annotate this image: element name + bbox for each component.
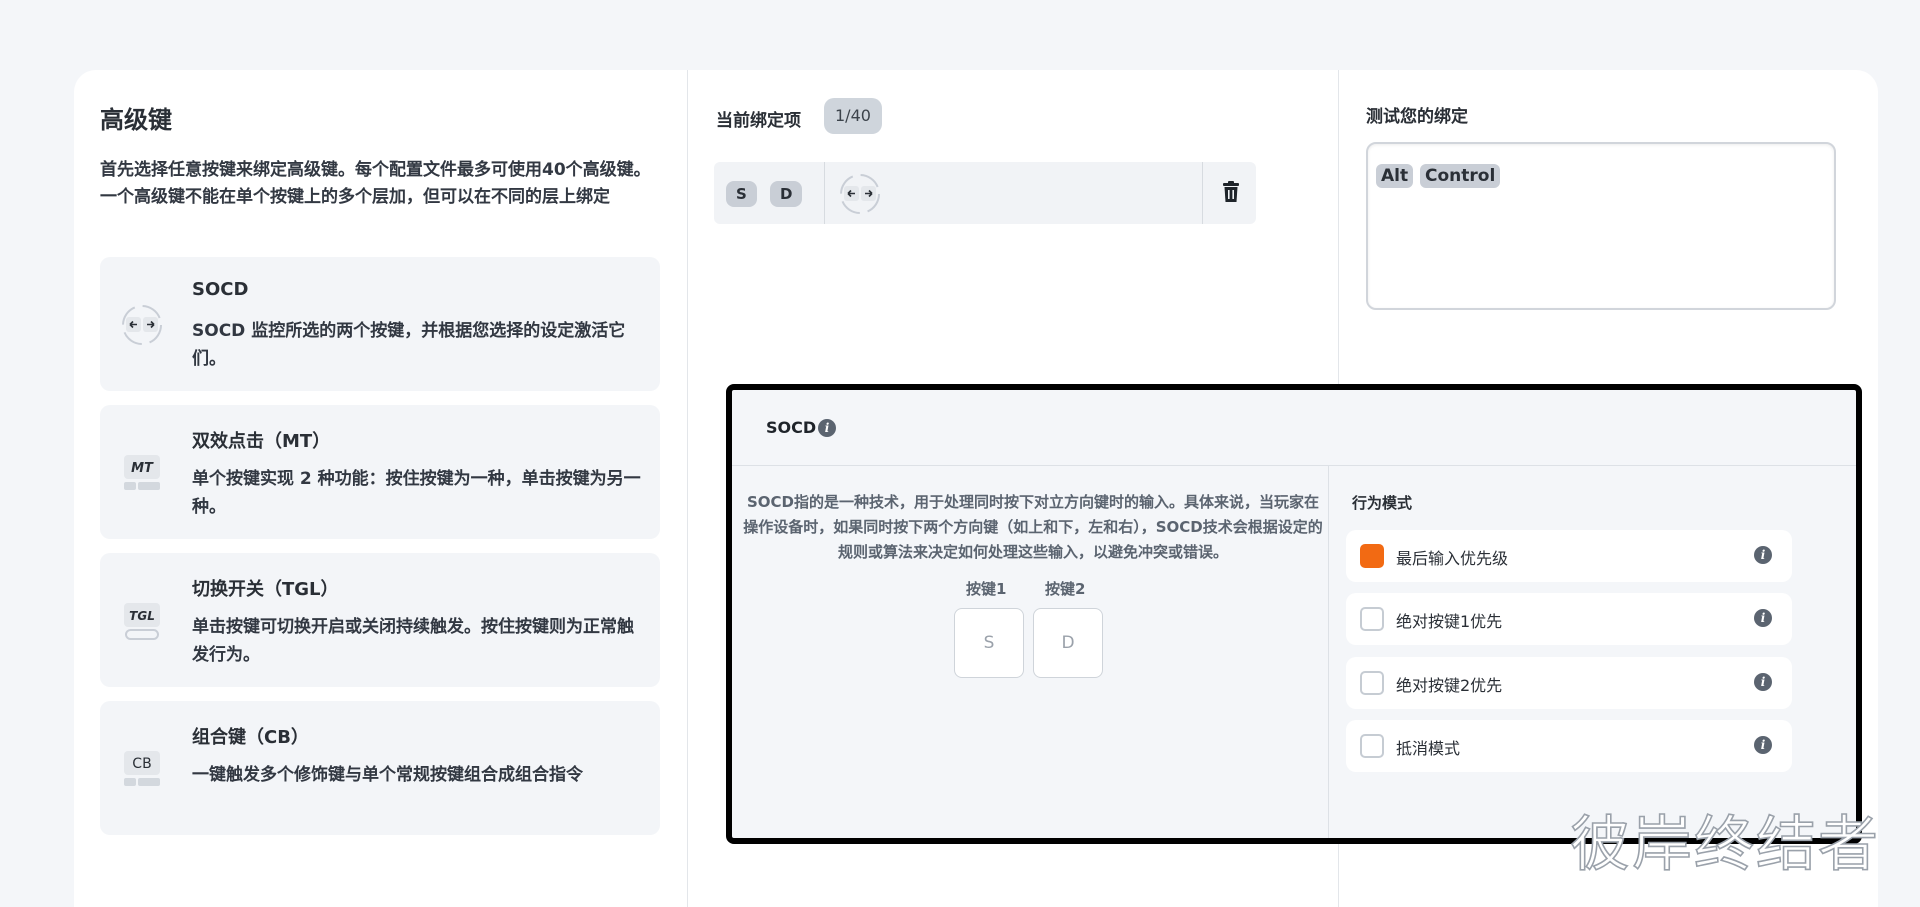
tile-description: 单击按键可切换开启或关闭持续触发。按住按键则为正常触发行为。 bbox=[192, 617, 634, 665]
tile-title: 双效点击（MT） bbox=[192, 431, 331, 452]
panel-title: SOCD bbox=[766, 418, 817, 437]
watermark: 彼岸终结者 bbox=[1569, 809, 1880, 881]
info-icon[interactable]: i bbox=[1754, 609, 1772, 627]
info-icon[interactable]: i bbox=[818, 419, 836, 437]
divider bbox=[824, 162, 825, 224]
socd-arrows-icon bbox=[838, 172, 882, 220]
option-label: 绝对按键1优先 bbox=[1396, 612, 1503, 631]
advanced-key-cb[interactable]: CB 组合键（CB） 一键触发多个修饰键与单个常规按键组合成组合指令 bbox=[100, 701, 660, 835]
panel-divider bbox=[1328, 466, 1329, 838]
mt-key-icon: MT bbox=[120, 451, 164, 495]
socd-config-panel: SOCD i SOCD指的是一种技术，用于处理同时按下对立方向键时的输入。具体来… bbox=[726, 384, 1862, 844]
tile-description: 单个按键实现 2 种功能：按住按键为一种，单击按键为另一种。 bbox=[192, 469, 641, 517]
checkbox[interactable] bbox=[1360, 671, 1384, 695]
panel-header: SOCD i bbox=[732, 390, 1856, 466]
behavior-mode-title: 行为模式 bbox=[1352, 494, 1413, 512]
mode-option-key1-priority[interactable]: 绝对按键1优先 i bbox=[1346, 593, 1792, 645]
svg-text:TGL: TGL bbox=[129, 609, 155, 623]
checkbox[interactable] bbox=[1360, 607, 1384, 631]
checkbox[interactable] bbox=[1360, 734, 1384, 758]
key1-label: 按键1 bbox=[966, 580, 1007, 598]
test-binding-input[interactable]: Alt Control bbox=[1366, 142, 1836, 310]
cb-key-icon: CB bbox=[120, 747, 164, 791]
binding-count-badge: 1/40 bbox=[824, 98, 882, 134]
trash-icon[interactable] bbox=[1220, 180, 1242, 204]
option-label: 绝对按键2优先 bbox=[1396, 676, 1503, 695]
intro-text: 首先选择任意按键来绑定高级键。每个配置文件最多可使用40个高级键。一个高级键不能… bbox=[100, 160, 651, 207]
divider bbox=[1202, 162, 1203, 224]
info-icon[interactable]: i bbox=[1754, 546, 1772, 564]
test-binding-title: 测试您的绑定 bbox=[1366, 107, 1468, 127]
binding-key-2: D bbox=[770, 181, 803, 207]
advanced-keys-intro: 高级键 首先选择任意按键来绑定高级键。每个配置文件最多可使用40个高级键。一个高… bbox=[100, 100, 660, 211]
tgl-key-icon: TGL bbox=[120, 599, 164, 643]
key2-label: 按键2 bbox=[1045, 580, 1086, 598]
page-title: 高级键 bbox=[100, 106, 172, 134]
tile-title: SOCD bbox=[192, 279, 249, 300]
advanced-key-tgl[interactable]: TGL 切换开关（TGL） 单击按键可切换开启或关闭持续触发。按住按键则为正常触… bbox=[100, 553, 660, 687]
binding-row[interactable]: S D bbox=[714, 162, 1256, 224]
info-icon[interactable]: i bbox=[1754, 673, 1772, 691]
pressed-key-control: Control bbox=[1420, 164, 1501, 188]
mode-option-last-input[interactable]: 最后输入优先级 i bbox=[1346, 530, 1792, 582]
pressed-key-alt: Alt bbox=[1376, 164, 1414, 188]
option-label: 抵消模式 bbox=[1396, 739, 1461, 758]
svg-text:MT: MT bbox=[131, 461, 154, 476]
advanced-key-socd[interactable]: SOCD SOCD 监控所选的两个按键，并根据您选择的设定激活它们。 bbox=[100, 257, 660, 391]
tile-description: SOCD 监控所选的两个按键，并根据您选择的设定激活它们。 bbox=[192, 321, 626, 369]
checkbox-checked[interactable] bbox=[1360, 544, 1384, 568]
key2-slot[interactable]: D bbox=[1033, 608, 1103, 678]
option-label: 最后输入优先级 bbox=[1396, 549, 1509, 568]
svg-text:CB: CB bbox=[132, 756, 151, 772]
socd-arrows-icon bbox=[120, 303, 164, 347]
mode-option-neutral[interactable]: 抵消模式 i bbox=[1346, 720, 1792, 772]
column-divider bbox=[687, 70, 688, 907]
binding-key-1: S bbox=[726, 181, 757, 207]
tile-title: 组合键（CB） bbox=[192, 727, 309, 748]
tile-title: 切换开关（TGL） bbox=[192, 579, 339, 600]
tile-description: 一键触发多个修饰键与单个常规按键组合成组合指令 bbox=[192, 765, 583, 785]
advanced-key-mt[interactable]: MT 双效点击（MT） 单个按键实现 2 种功能：按住按键为一种，单击按键为另一… bbox=[100, 405, 660, 539]
info-icon[interactable]: i bbox=[1754, 736, 1772, 754]
key1-slot[interactable]: S bbox=[954, 608, 1024, 678]
mode-option-key2-priority[interactable]: 绝对按键2优先 i bbox=[1346, 657, 1792, 709]
socd-description: SOCD指的是一种技术，用于处理同时按下对立方向键时的输入。具体来说，当玩家在操… bbox=[743, 493, 1323, 561]
current-bindings-title: 当前绑定项 bbox=[716, 111, 801, 131]
